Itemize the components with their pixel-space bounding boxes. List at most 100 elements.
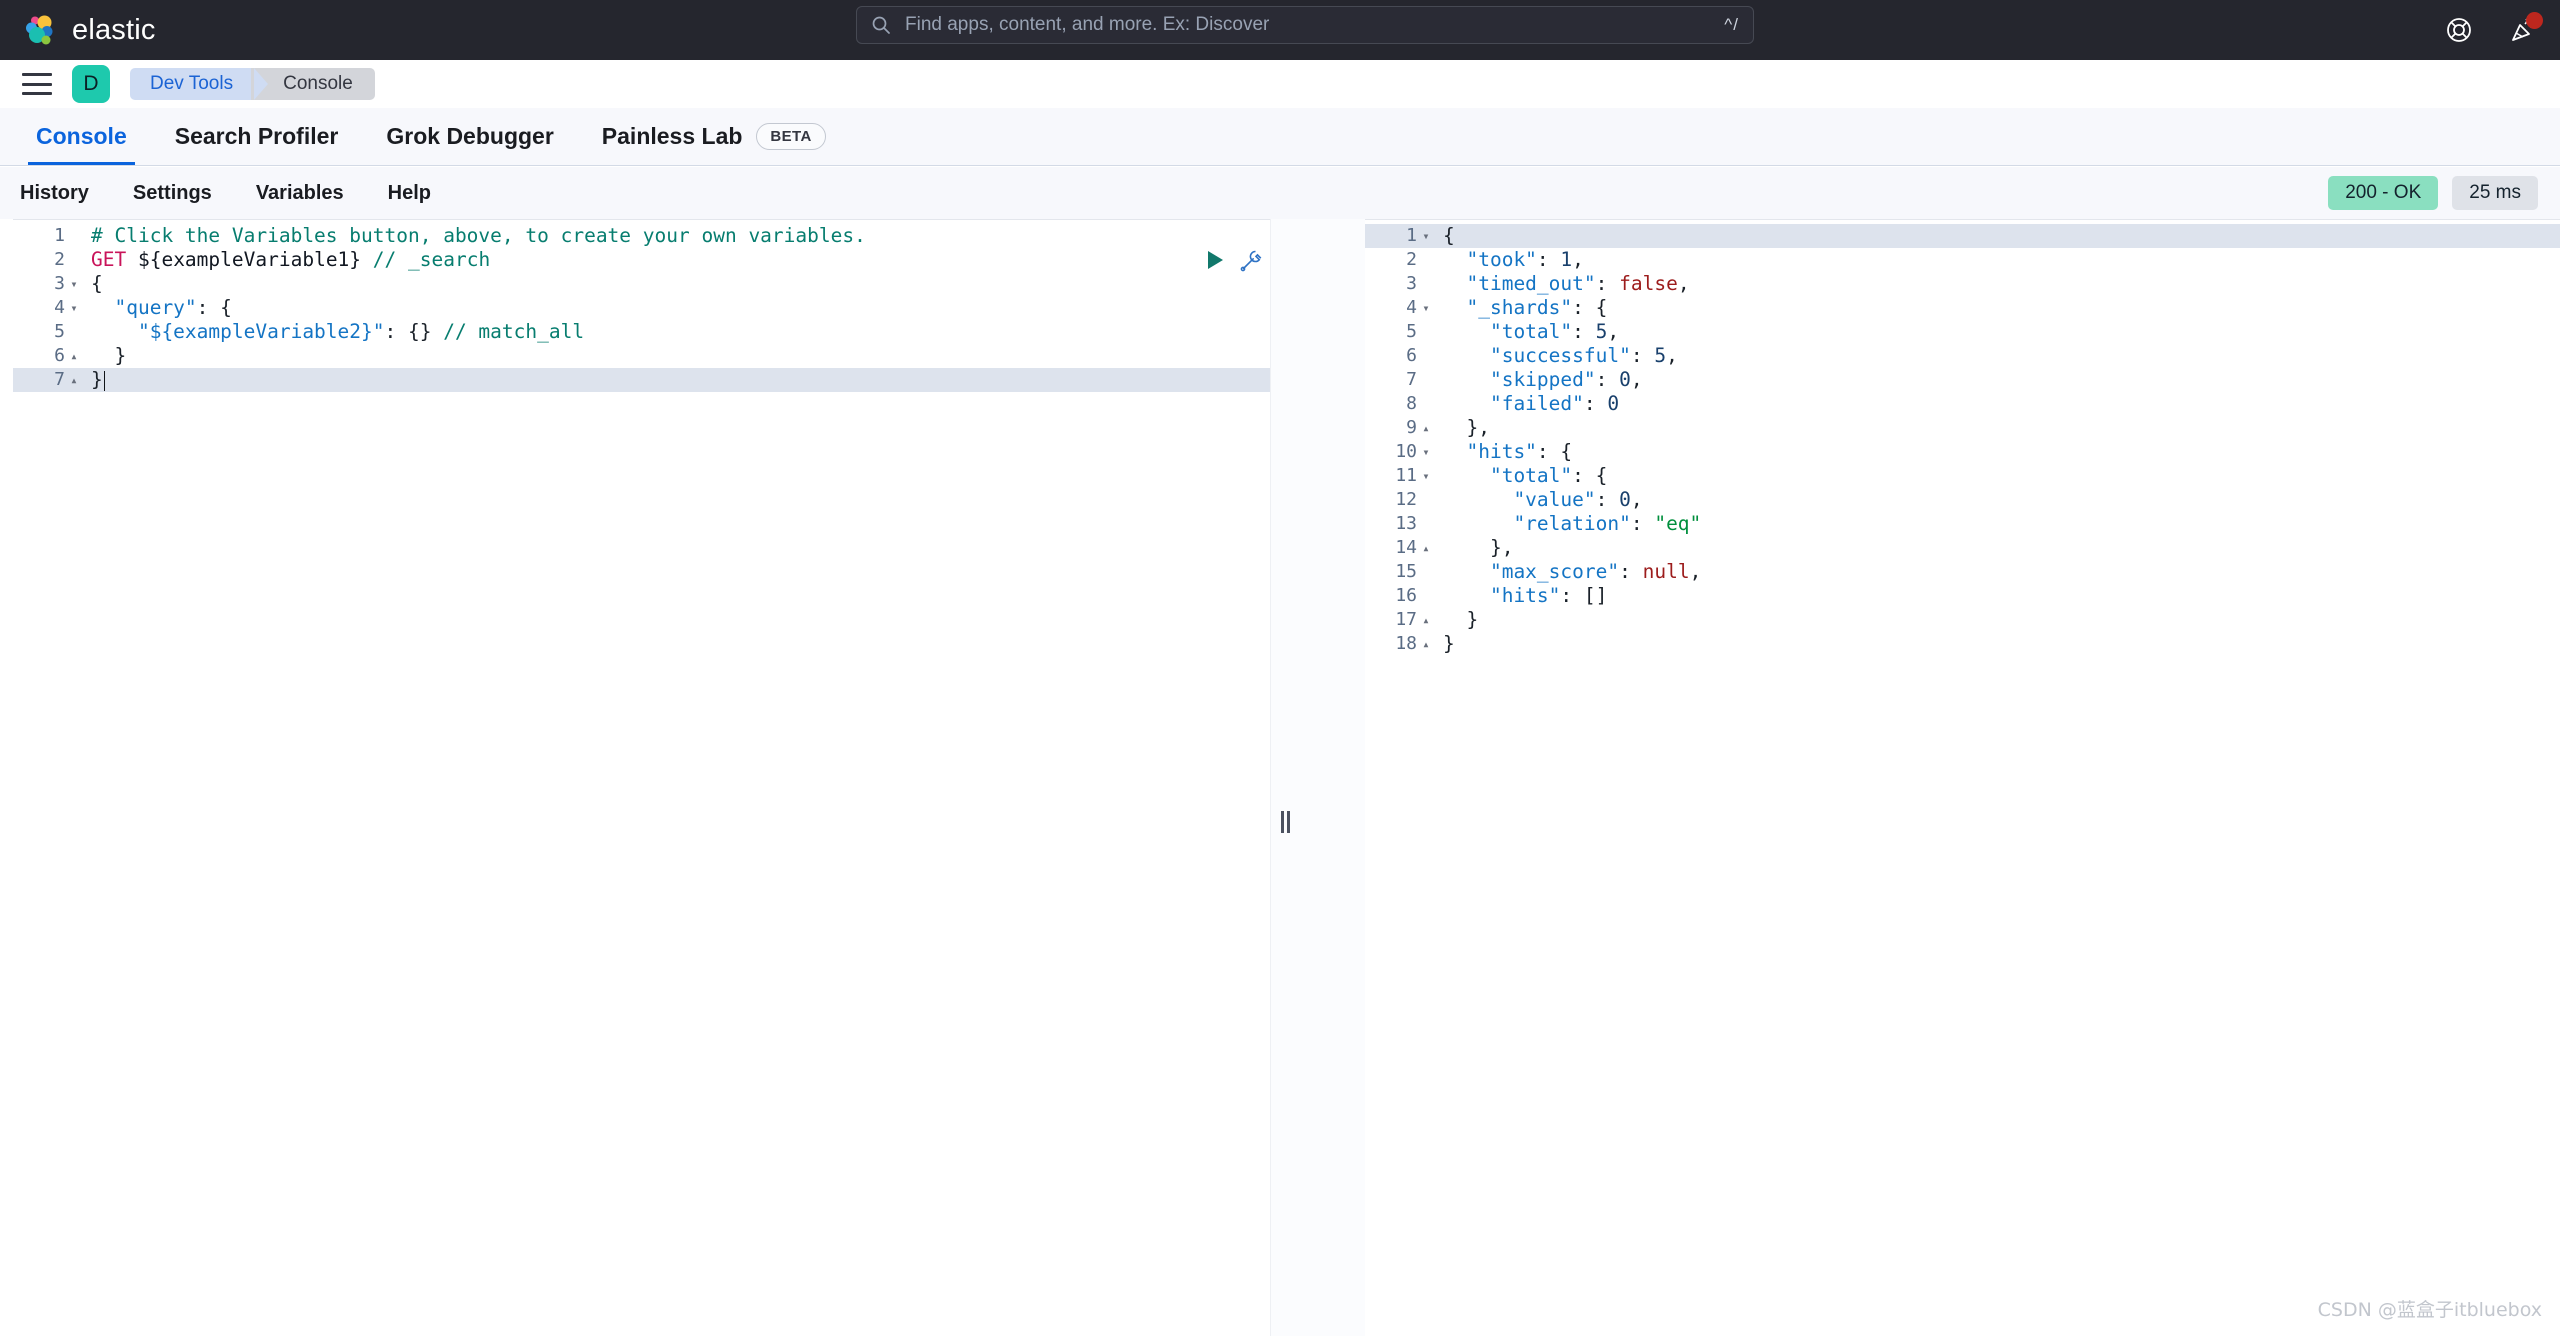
- code-fold-toggle-icon[interactable]: ▾: [65, 296, 83, 320]
- search-input-placeholder[interactable]: Find apps, content, and more. Ex: Discov…: [905, 14, 1724, 36]
- code-token: },: [1443, 416, 1490, 439]
- code-token: // match_all: [443, 320, 584, 343]
- response-line-number: 13: [1365, 512, 1417, 536]
- tab-search-profiler-label: Search Profiler: [175, 123, 339, 150]
- play-run-icon[interactable]: [1205, 249, 1225, 271]
- code-token: "hits": [1443, 440, 1537, 463]
- code-fold-toggle-icon[interactable]: ▴: [1417, 536, 1435, 560]
- settings-button[interactable]: Settings: [133, 182, 212, 205]
- response-line-text: "skipped": 0,: [1435, 368, 1643, 392]
- code-token: }: [91, 344, 126, 367]
- code-token: :: [1584, 392, 1607, 415]
- response-line-number: 8: [1365, 392, 1417, 416]
- response-editor-panel[interactable]: 1▾{2 "took": 1,3 "timed_out": false,4▾ "…: [1365, 219, 2560, 1336]
- code-fold-toggle-icon[interactable]: ▴: [1417, 608, 1435, 632]
- request-line-number: 4: [13, 296, 65, 320]
- request-line-number: 5: [13, 320, 65, 344]
- code-fold-toggle-icon[interactable]: ▴: [65, 344, 83, 368]
- hamburger-menu-icon[interactable]: [22, 73, 52, 95]
- code-token: ,: [1666, 344, 1678, 367]
- global-search-bar[interactable]: Find apps, content, and more. Ex: Discov…: [856, 6, 1754, 44]
- panel-splitter[interactable]: [1270, 219, 1365, 1336]
- request-line-text: "query": {: [83, 296, 232, 320]
- resize-handle-icon[interactable]: [1279, 811, 1291, 833]
- code-token: "hits": [1443, 584, 1560, 607]
- response-line-text: "hits": []: [1435, 584, 1607, 608]
- brand[interactable]: elastic: [22, 12, 156, 48]
- code-fold-toggle-icon[interactable]: ▾: [1417, 464, 1435, 488]
- text-cursor: [104, 371, 106, 391]
- tab-painless-lab[interactable]: Painless Lab BETA: [578, 108, 850, 165]
- request-line-number: 3: [13, 272, 65, 296]
- beta-badge: BETA: [756, 123, 825, 150]
- request-editor-panel[interactable]: 1# Click the Variables button, above, to…: [13, 219, 1270, 1336]
- lifebuoy-help-icon[interactable]: [2444, 15, 2474, 45]
- request-line-text: "${exampleVariable2}": {} // match_all: [83, 320, 584, 344]
- code-token: "relation": [1443, 512, 1631, 535]
- search-shortcut-hint: ^/: [1724, 15, 1739, 35]
- code-token: "value": [1443, 488, 1596, 511]
- code-token: []: [1584, 584, 1607, 607]
- news-unread-badge: [2526, 12, 2543, 29]
- breadcrumb-item-console: Console: [251, 68, 375, 100]
- response-line-number: 14: [1365, 536, 1417, 560]
- code-token: ,: [1607, 320, 1619, 343]
- code-token: }: [1443, 632, 1455, 655]
- code-token: :: [1572, 320, 1595, 343]
- response-line: 12 "value": 0,: [1365, 488, 2560, 512]
- history-button[interactable]: History: [20, 182, 89, 205]
- code-fold-toggle-icon[interactable]: ▾: [65, 272, 83, 296]
- wrench-icon[interactable]: [1239, 248, 1263, 272]
- breadcrumb-item-dev-tools[interactable]: Dev Tools: [130, 68, 255, 100]
- response-line-text: "total": 5,: [1435, 320, 1619, 344]
- response-line: 14▴ },: [1365, 536, 2560, 560]
- code-token: // _search: [373, 248, 490, 271]
- code-token: :: [1631, 344, 1654, 367]
- code-token: :: [1596, 368, 1619, 391]
- code-token: 5: [1596, 320, 1608, 343]
- code-fold-toggle-icon[interactable]: ▾: [1417, 224, 1435, 248]
- help-button[interactable]: Help: [388, 182, 431, 205]
- dev-tools-tabbar: Console Search Profiler Grok Debugger Pa…: [0, 108, 2560, 166]
- code-token: ${exampleVariable1}: [126, 248, 373, 271]
- code-fold-toggle-icon[interactable]: ▾: [1417, 296, 1435, 320]
- response-line-number: 4: [1365, 296, 1417, 320]
- code-token: 0: [1619, 368, 1631, 391]
- response-line: 11▾ "total": {: [1365, 464, 2560, 488]
- code-token: },: [1443, 536, 1513, 559]
- response-line-number: 7: [1365, 368, 1417, 392]
- code-fold-toggle-icon[interactable]: ▴: [1417, 416, 1435, 440]
- code-fold-toggle-icon[interactable]: ▾: [1417, 440, 1435, 464]
- code-fold-toggle-icon[interactable]: ▴: [1417, 632, 1435, 656]
- tab-console-label: Console: [36, 123, 127, 150]
- request-line: 1# Click the Variables button, above, to…: [13, 224, 1270, 248]
- party-popper-news-icon[interactable]: [2508, 15, 2538, 45]
- code-token: ,: [1690, 560, 1702, 583]
- code-token: :: [1560, 584, 1583, 607]
- code-token: : {}: [385, 320, 444, 343]
- response-line-text: "_shards": {: [1435, 296, 1607, 320]
- tab-grok-debugger[interactable]: Grok Debugger: [362, 108, 577, 165]
- response-line-text: },: [1435, 536, 1513, 560]
- request-line-text: }: [83, 344, 126, 368]
- breadcrumb-bar: D Dev Tools Console: [0, 60, 2560, 108]
- response-line: 4▾ "_shards": {: [1365, 296, 2560, 320]
- response-line-text: "successful": 5,: [1435, 344, 1678, 368]
- response-line-text: "max_score": null,: [1435, 560, 1701, 584]
- response-line: 9▴ },: [1365, 416, 2560, 440]
- code-token: }: [91, 368, 103, 391]
- code-token: : {: [1572, 296, 1607, 319]
- request-line: 4▾ "query": {: [13, 296, 1270, 320]
- code-token: false: [1619, 272, 1678, 295]
- response-line: 2 "took": 1,: [1365, 248, 2560, 272]
- response-line: 6 "successful": 5,: [1365, 344, 2560, 368]
- tab-search-profiler[interactable]: Search Profiler: [151, 108, 363, 165]
- code-fold-toggle-icon[interactable]: ▴: [65, 368, 83, 392]
- code-token: :: [1631, 512, 1654, 535]
- response-line-text: "timed_out": false,: [1435, 272, 1690, 296]
- request-code[interactable]: 1# Click the Variables button, above, to…: [13, 220, 1270, 392]
- tab-console[interactable]: Console: [12, 108, 151, 165]
- brand-name: elastic: [72, 14, 156, 47]
- variables-button[interactable]: Variables: [256, 182, 344, 205]
- space-avatar[interactable]: D: [72, 65, 110, 103]
